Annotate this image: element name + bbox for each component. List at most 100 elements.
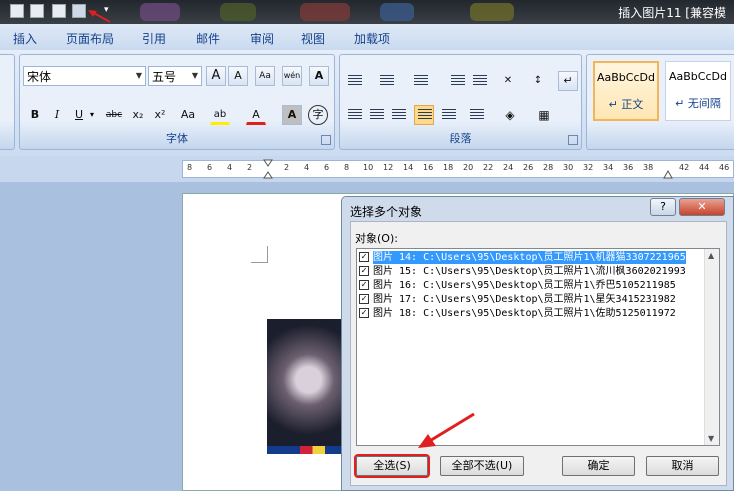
change-case-button[interactable]: Aa [174,105,202,125]
undo-icon[interactable] [10,4,24,18]
checkbox[interactable]: ✓ [359,252,369,262]
styles-group: AaBbCcDd ↵ 正文 AaBbCcDd ↵ 无间隔 [586,54,734,150]
tab-review[interactable]: 审阅 [250,30,274,47]
clear-format-button[interactable]: Aa [255,66,275,86]
font-name-value: 宋体 [27,70,52,84]
increase-indent-button[interactable] [469,71,489,91]
ruler-number: 42 [679,163,690,172]
background-blur [470,3,514,21]
line-spacing-button[interactable] [466,105,486,125]
ruler-number: 6 [207,163,213,172]
ruler-number: 12 [383,163,394,172]
dialog-title: 选择多个对象 [350,205,423,219]
cancel-button[interactable]: 取消 [646,456,719,476]
char-shading-button[interactable]: A [282,105,302,125]
indent-marker-icon[interactable] [263,159,273,179]
ruler-number: 18 [443,163,454,172]
scroll-down-icon[interactable]: ▼ [708,434,714,443]
ruler-number: 24 [503,163,514,172]
deselect-all-button[interactable]: 全部不选(U) [440,456,524,476]
close-button[interactable]: ✕ [679,198,725,216]
tab-page-layout[interactable]: 页面布局 [66,30,114,47]
phonetic-guide-button[interactable]: wén [282,66,302,86]
align-right-button[interactable] [388,105,408,125]
checkbox[interactable]: ✓ [359,308,369,318]
font-size-combo[interactable]: 五号 ▼ [148,66,202,86]
shading-button[interactable]: ◈ [500,105,520,125]
clipboard-group-stub [0,54,15,150]
superscript-button[interactable]: x² [150,105,170,125]
multilevel-list-button[interactable] [410,71,430,91]
window-title: 插入图片11 [兼容模 [618,6,726,20]
ruler-number: 38 [643,163,654,172]
objects-listbox[interactable]: ✓ 图片 14: C:\Users\95\Desktop\员工照片1\机器猫33… [356,248,720,446]
chinese-layout-button[interactable]: ✕ [498,71,518,91]
ruler-number: 10 [363,163,374,172]
right-indent-marker-icon[interactable] [663,169,673,179]
background-blur [300,3,350,21]
decrease-indent-button[interactable] [447,71,467,91]
highlight-button[interactable]: ab [210,105,230,125]
title-bar: ▾ 插入图片11 [兼容模 [0,0,734,24]
tab-insert[interactable]: 插入 [13,30,37,47]
select-objects-dialog: 选择多个对象 ? ✕ 对象(O): ✓ 图片 14: C:\Users\95\D… [341,196,734,491]
list-item-label: 图片 18: C:\Users\95\Desktop\员工照片1\佐助51250… [373,308,676,319]
enclose-char-button[interactable]: 字 [308,105,328,125]
scroll-up-icon[interactable]: ▲ [708,251,714,260]
style-no-spacing[interactable]: AaBbCcDd ↵ 无间隔 [665,61,731,121]
paragraph-dialog-launcher-icon[interactable] [568,135,578,145]
ruler-number: 8 [344,163,350,172]
ruler-number: 16 [423,163,434,172]
dialog-body: 对象(O): ✓ 图片 14: C:\Users\95\Desktop\员工照片… [350,221,727,486]
style-preview: AaBbCcDd [597,71,655,84]
sort-button[interactable]: ↕ [528,71,548,91]
strikethrough-button[interactable]: abc [104,105,124,125]
tab-addins[interactable]: 加载项 [354,30,390,47]
help-button[interactable]: ? [650,198,676,216]
ruler-number: 14 [403,163,414,172]
list-item-label: 图片 16: C:\Users\95\Desktop\员工照片1\乔巴51052… [373,280,676,291]
select-all-button[interactable]: 全选(S) [354,454,430,478]
italic-button[interactable]: I [47,105,67,125]
font-dialog-launcher-icon[interactable] [321,135,331,145]
list-item-label: 图片 14: C:\Users\95\Desktop\员工照片1\机器猫3307… [373,251,686,264]
style-normal[interactable]: AaBbCcDd ↵ 正文 [593,61,659,121]
ruler-number: 28 [543,163,554,172]
distributed-button[interactable] [438,105,458,125]
checkbox[interactable]: ✓ [359,294,369,304]
shrink-font-button[interactable]: A [228,66,248,86]
borders-button[interactable]: ▦ [534,105,554,125]
tab-mailings[interactable]: 邮件 [196,30,220,47]
bullets-button[interactable] [344,71,364,91]
justify-button[interactable] [414,105,434,125]
new-document-icon[interactable] [52,4,66,18]
underline-button[interactable]: U [69,105,89,125]
tab-references[interactable]: 引用 [142,30,166,47]
align-center-button[interactable] [366,105,386,125]
font-name-combo[interactable]: 宋体 ▼ [23,66,146,86]
subscript-button[interactable]: x₂ [128,105,148,125]
horizontal-ruler[interactable]: 8 6 4 2 2 4 6 8 10 12 14 16 18 20 22 24 … [182,159,734,179]
print-preview-icon[interactable] [30,4,44,18]
char-border-button[interactable]: A [309,66,329,86]
vertical-scrollbar[interactable]: ▲ ▼ [704,249,719,445]
font-color-button[interactable]: A [246,105,266,125]
background-blur [140,3,180,21]
picture-object[interactable] [267,319,350,454]
font-size-value: 五号 [152,70,177,84]
grow-font-button[interactable]: A [206,66,226,86]
show-marks-button[interactable]: ↵ [558,71,578,91]
paragraph-group: ✕ ↕ ↵ ◈ ▦ 段落 [339,54,582,150]
underline-dropdown-icon[interactable]: ▾ [90,110,94,119]
style-preview: AaBbCcDd [669,70,727,83]
ok-button[interactable]: 确定 [562,456,635,476]
checkbox[interactable]: ✓ [359,280,369,290]
ruler-number: 4 [304,163,310,172]
bold-button[interactable]: B [25,105,45,125]
checkbox[interactable]: ✓ [359,266,369,276]
ruler-number: 4 [227,163,233,172]
numbering-button[interactable] [376,71,396,91]
align-left-button[interactable] [344,105,364,125]
select-objects-icon[interactable] [72,4,86,18]
tab-view[interactable]: 视图 [301,30,325,47]
